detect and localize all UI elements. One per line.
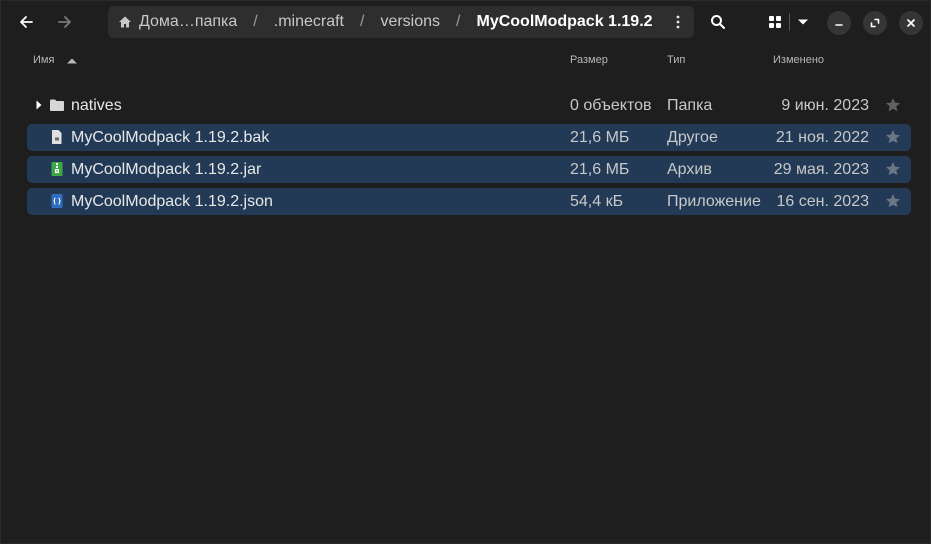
archive-file-icon: [51, 162, 63, 176]
view-options-dropdown[interactable]: [790, 6, 818, 38]
star-icon[interactable]: [885, 193, 901, 209]
file-modified: 9 июн. 2023: [781, 97, 869, 114]
file-name: MyCoolModpack 1.19.2.json: [71, 193, 273, 210]
file-type: Приложение: [667, 193, 761, 210]
breadcrumb-separator: /: [456, 13, 461, 30]
file-size: 54,4 кБ: [570, 193, 624, 210]
file-row-json[interactable]: MyCoolModpack 1.19.2.json 54,4 кБ Прилож…: [27, 188, 911, 215]
file-name: MyCoolModpack 1.19.2.bak: [71, 129, 270, 146]
forward-button[interactable]: [49, 6, 81, 38]
minimize-icon: [835, 24, 843, 26]
grid-view-button[interactable]: [761, 6, 789, 38]
breadcrumb-current-folder[interactable]: MyCoolModpack 1.19.2: [466, 6, 662, 38]
view-switcher: [761, 6, 817, 38]
breadcrumb-versions[interactable]: versions: [370, 6, 450, 38]
breadcrumb-label: Дома…папка: [139, 13, 238, 30]
search-icon: [711, 15, 725, 29]
file-modified: 21 ноя. 2022: [775, 129, 869, 146]
file-size: 21,6 МБ: [570, 129, 630, 146]
column-header-modified[interactable]: Изменено: [773, 54, 824, 66]
expand-arrow-icon[interactable]: [36, 100, 42, 110]
sort-ascending-icon: [67, 55, 77, 67]
maximize-icon: [870, 18, 880, 28]
file-type: Архив: [667, 161, 712, 178]
breadcrumb-label: MyCoolModpack 1.19.2: [476, 13, 653, 30]
arrow-left-icon: [20, 16, 33, 28]
column-header-name[interactable]: Имя: [33, 54, 54, 66]
star-icon[interactable]: [885, 161, 901, 177]
back-button[interactable]: [10, 6, 42, 38]
home-icon: [119, 16, 131, 28]
breadcrumb-label: .minecraft: [273, 13, 344, 30]
search-button[interactable]: [702, 6, 734, 38]
path-menu-button[interactable]: [666, 10, 690, 34]
vertical-ellipsis-icon: [676, 15, 680, 29]
path-bar: Дома…папка / .minecraft / versions / MyC…: [108, 6, 694, 38]
breadcrumb-minecraft[interactable]: .minecraft: [264, 6, 354, 38]
close-button[interactable]: [899, 11, 923, 35]
chevron-down-icon: [798, 19, 809, 25]
arrow-right-icon: [58, 16, 71, 28]
file-type: Другое: [667, 129, 718, 146]
breadcrumb-separator: /: [360, 13, 365, 30]
folder-icon: [50, 99, 64, 111]
file-row-bak[interactable]: MyCoolModpack 1.19.2.bak 21,6 МБ Другое …: [27, 124, 911, 151]
file-size: 21,6 МБ: [570, 161, 630, 178]
header-bar: Дома…папка / .minecraft / versions / MyC…: [1, 1, 930, 45]
file-modified: 29 мая. 2023: [773, 161, 869, 178]
star-icon[interactable]: [885, 97, 901, 113]
close-icon: [907, 19, 915, 27]
generic-file-icon: [52, 130, 62, 144]
file-row-natives[interactable]: natives 0 объектов Папка 9 июн. 2023: [27, 92, 911, 119]
file-size: 0 объектов: [570, 97, 652, 114]
star-icon[interactable]: [885, 129, 901, 145]
json-file-icon: [51, 194, 63, 208]
file-modified: 16 сен. 2023: [776, 193, 869, 210]
grid-view-icon: [768, 16, 781, 28]
breadcrumb-label: versions: [380, 13, 441, 30]
file-name: natives: [71, 97, 122, 114]
breadcrumb-home[interactable]: Дома…папка: [108, 6, 247, 38]
maximize-button[interactable]: [863, 11, 887, 35]
file-row-jar[interactable]: MyCoolModpack 1.19.2.jar 21,6 МБ Архив 2…: [27, 156, 911, 183]
file-name: MyCoolModpack 1.19.2.jar: [71, 161, 262, 178]
column-header-row: Имя Размер Тип Изменено: [1, 49, 930, 71]
column-header-type[interactable]: Тип: [667, 54, 685, 66]
minimize-button[interactable]: [827, 11, 851, 35]
column-header-size[interactable]: Размер: [570, 54, 608, 66]
file-type: Папка: [667, 97, 713, 114]
file-manager-window: Дома…папка / .minecraft / versions / MyC…: [0, 0, 931, 544]
breadcrumb-separator: /: [253, 13, 258, 30]
